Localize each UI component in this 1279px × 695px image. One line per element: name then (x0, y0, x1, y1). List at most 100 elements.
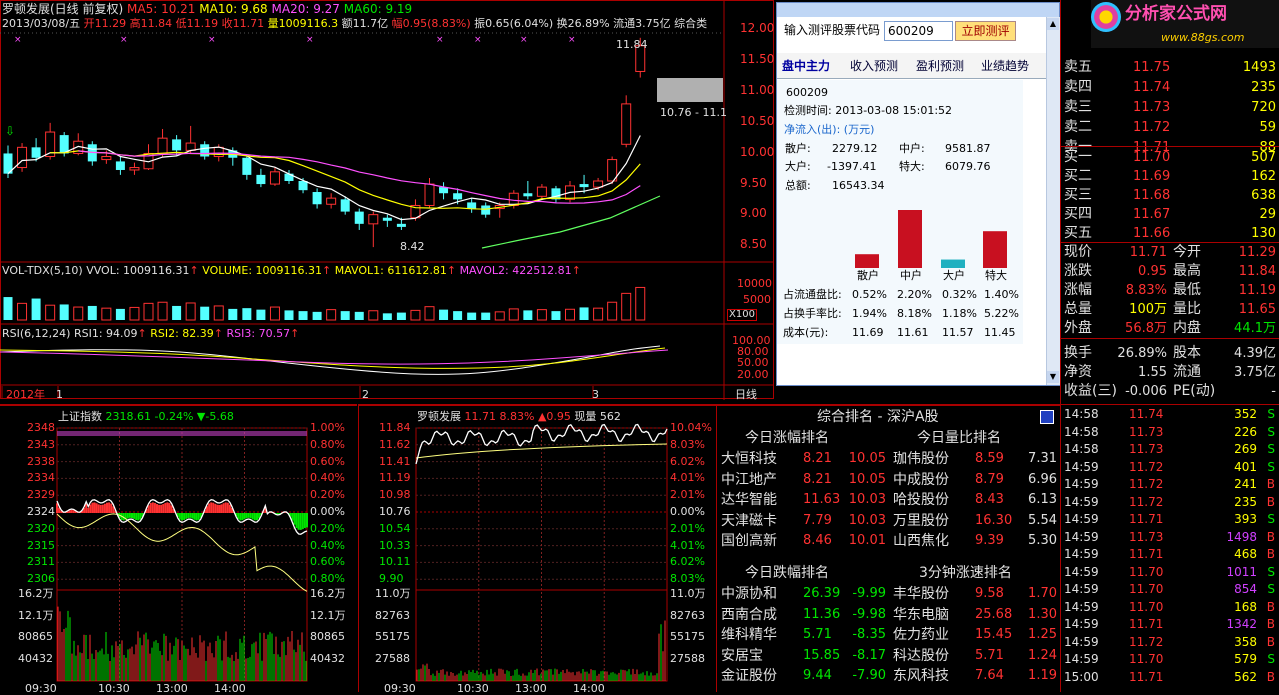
rank-stock-name[interactable]: 大恒科技 (721, 449, 777, 469)
tick-side: B (1267, 478, 1275, 490)
candle-up (186, 143, 195, 150)
rank-stock-name[interactable]: 万里股份 (893, 511, 949, 531)
rank-stock-name[interactable]: 中江地产 (721, 470, 777, 490)
rank-change: 10.05 (849, 449, 886, 469)
pct-axis-label: 0.20% (310, 523, 345, 534)
vol-bar-down (256, 310, 265, 320)
rank-stock-name[interactable]: 山西焦化 (893, 531, 949, 551)
ratio-cell: 11.61 (897, 327, 929, 338)
tick-price: 11.71 (1129, 548, 1163, 560)
rank-stock-name[interactable]: 天津磁卡 (721, 511, 777, 531)
rank-price: 16.30 (975, 511, 1012, 531)
vol-unit: X100 (727, 309, 757, 321)
tick-side: B (1267, 671, 1275, 683)
pct-axis-label: 10.04% (670, 422, 712, 433)
ma5-line (8, 136, 640, 220)
low-mark: 8.42 (400, 241, 425, 252)
ranking-panel[interactable]: 综合排名 - 深沪A股 今日涨幅排名 大恒科技 8.21 10.05 中江地产 8.21 1… (716, 404, 1060, 692)
candle-up (158, 138, 167, 153)
price-axis-label: 10.76 (379, 506, 411, 517)
tick-time: 14:59 (1064, 531, 1099, 543)
ratio-cell: 11.69 (852, 327, 884, 338)
signal-mark-icon: × (306, 35, 314, 45)
tick-time: 14:59 (1064, 583, 1099, 595)
evaluation-popup[interactable]: 输入测评股票代码 600209 立即测评 盘中主力 收入预测 盈利预测 业绩趋势… (776, 2, 1060, 386)
candle-down (32, 147, 41, 157)
rsi-axis-2: 50.00 (737, 357, 769, 368)
tick-time: 14:58 (1064, 426, 1099, 438)
vol-axis-label-right: 16.2万 (310, 588, 346, 599)
ask-price: 11.72 (1133, 121, 1170, 134)
popup-scrollbar[interactable] (1046, 17, 1060, 385)
vol-bar-up (144, 303, 153, 320)
stock-minute-panel[interactable]: 罗顿发展 11.71 8.83% ▲0.95 现量 562 11.84 10.04… (358, 404, 716, 692)
kline-panel[interactable]: ⇩ × × × × × × × × 罗顿发展(日线 前复权) MA5: 10.21 MA10: … (0, 0, 774, 400)
rank-stock-name[interactable]: 安居宝 (721, 646, 763, 666)
rank-change: 6.96 (1028, 470, 1057, 490)
rank-change: 1.70 (1028, 584, 1057, 604)
rank-stock-name[interactable]: 达华智能 (721, 490, 777, 510)
signal-strip (57, 431, 307, 436)
rank-price: 7.79 (803, 511, 832, 531)
quote-value: 8.83% (1126, 284, 1167, 297)
vol-axis-1: 5000 (743, 294, 771, 305)
price-axis-6: 9.00 (740, 207, 767, 219)
scroll-down-icon[interactable]: ▼ (1047, 371, 1059, 383)
price-axis-label: 10.33 (379, 540, 411, 551)
rank-price: 7.64 (975, 666, 1004, 686)
scroll-up-icon[interactable]: ▲ (1047, 18, 1059, 30)
rank-change: -7.90 (852, 666, 886, 686)
rank-stock-name[interactable]: 丰华股份 (893, 584, 949, 604)
rank-stock-name[interactable]: 中源协和 (721, 584, 777, 604)
vol-bar-up (74, 307, 83, 320)
tick-list[interactable]: 14:58 11.74 352 S 14:58 11.73 226 S 14:58 11.73 26… (1060, 404, 1279, 692)
vol-axis-label-right: 80865 (310, 631, 345, 642)
rank-stock-name[interactable]: 东风科技 (893, 666, 949, 686)
time-label: 09:30 (384, 683, 416, 694)
tick-side: S (1267, 461, 1275, 473)
ranking-settings-icon[interactable] (1040, 410, 1054, 424)
tick-volume: 854 (1234, 583, 1257, 595)
rank-stock-name[interactable]: 哈投股份 (893, 490, 949, 510)
period-label[interactable]: 日线 (735, 389, 757, 400)
rank-stock-name[interactable]: 中成股份 (893, 470, 949, 490)
index-minute-panel[interactable]: 上证指数 2318.61 -0.24% ▼-5.68 2348 1.00% 2343… (0, 404, 357, 692)
kline-chart[interactable]: ⇩ × × × × × × × × (0, 0, 774, 400)
quote-label: 外盘 (1064, 321, 1092, 335)
bid-volume: 638 (1251, 189, 1276, 202)
rank-stock-name[interactable]: 西南合成 (721, 605, 777, 625)
quote-label: 内盘 (1173, 321, 1201, 335)
rank-stock-name[interactable]: 华东电脑 (893, 605, 949, 625)
quote-value: 44.1万 (1234, 322, 1276, 335)
tick-time: 14:59 (1064, 618, 1099, 630)
vol-bar-up (622, 293, 631, 320)
ask-label: 卖五 (1064, 60, 1092, 74)
vol-bar-up (102, 308, 111, 320)
price-axis-0: 12.00 (740, 22, 774, 34)
pct-axis-label: 6.02% (670, 456, 705, 467)
ma60-label: MA60: 9.19 (344, 2, 412, 16)
price-axis-label: 2324 (27, 506, 55, 517)
price-axis-label: 2306 (27, 573, 55, 584)
flow-bar (855, 254, 879, 268)
vol-axis-label-right: 27588 (670, 653, 705, 664)
tick-side: S (1267, 408, 1275, 420)
rank-stock-name[interactable]: 维科精华 (721, 625, 777, 645)
rank-stock-name[interactable]: 珈伟股份 (893, 449, 949, 469)
tick-price: 11.72 (1129, 496, 1163, 508)
bid-price: 11.69 (1133, 170, 1170, 183)
candle-up (102, 157, 111, 160)
quote-value: 11.19 (1239, 284, 1276, 297)
candle-down (383, 218, 392, 221)
rank-vr-title: 今日量比排名 (917, 428, 1001, 448)
rank-stock-name[interactable]: 金证股份 (721, 666, 777, 686)
tick-price: 11.71 (1129, 618, 1163, 630)
price-axis-4: 10.00 (740, 146, 774, 158)
vol-bar-down (299, 311, 308, 320)
rank-stock-name[interactable]: 国创高新 (721, 531, 777, 551)
rank-stock-name[interactable]: 科达股份 (893, 646, 949, 666)
price-axis-label: 10.11 (379, 556, 411, 567)
rsi2-line (0, 348, 665, 368)
ask-label: 卖四 (1064, 80, 1092, 94)
rank-stock-name[interactable]: 佐力药业 (893, 625, 949, 645)
